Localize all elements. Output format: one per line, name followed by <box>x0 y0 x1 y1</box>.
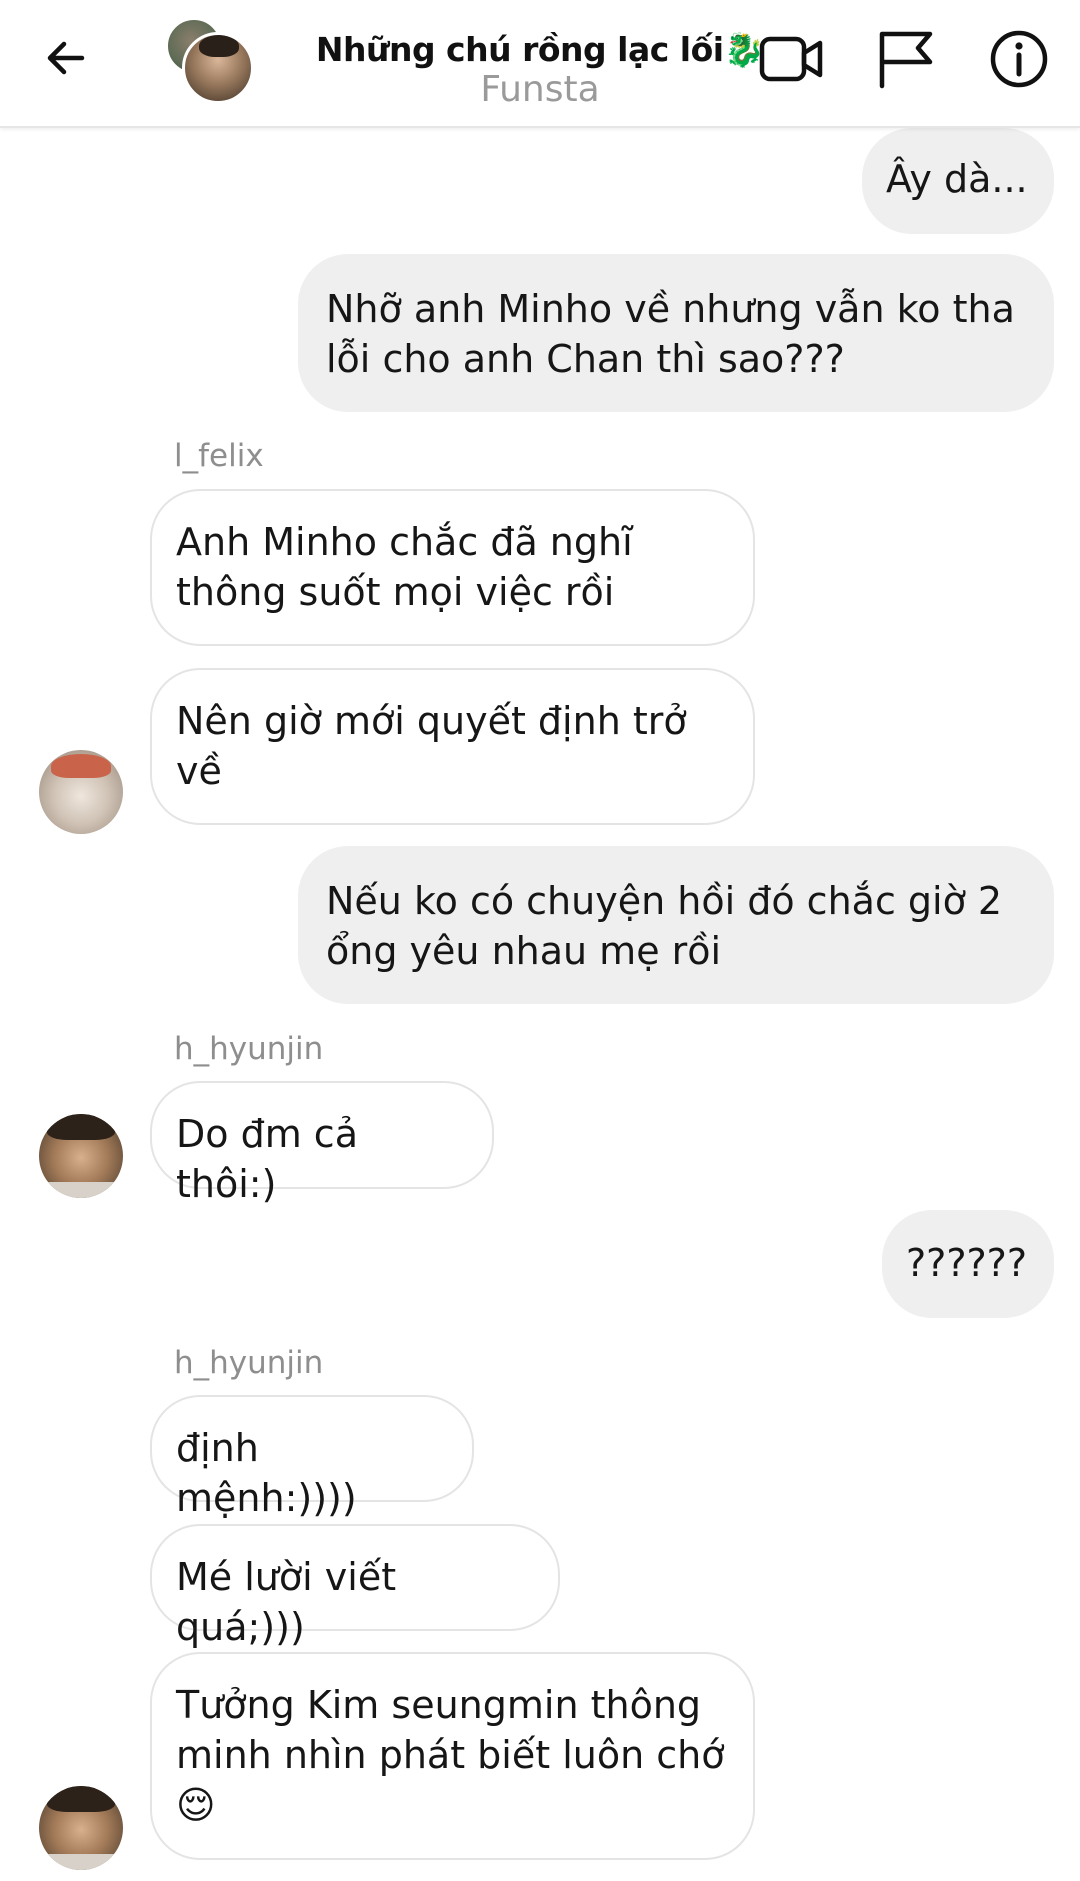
message-bubble-incoming[interactable]: Tưởng Kim seungmin thông minh nhìn phát … <box>150 1652 755 1860</box>
flag-icon <box>879 31 933 89</box>
message-bubble-incoming[interactable]: Anh Minho chắc đã nghĩ thông suốt mọi vi… <box>150 489 755 646</box>
sender-avatar[interactable] <box>39 1114 123 1198</box>
video-camera-icon <box>759 36 823 82</box>
sender-name: h_hyunjin <box>174 1031 324 1067</box>
chat-title: Những chú rồng lạc lối🐉 <box>315 30 765 69</box>
message-bubble-incoming[interactable]: Do đm cả thôi:) <box>150 1081 494 1206</box>
arrow-left-icon <box>47 41 85 75</box>
info-icon <box>990 30 1048 88</box>
chat-header: Những chú rồng lạc lối🐉 Funsta <box>0 0 1080 128</box>
header-title-block[interactable]: Những chú rồng lạc lối🐉 Funsta <box>270 30 810 120</box>
sender-avatar[interactable] <box>39 1786 123 1870</box>
group-avatar-front <box>182 32 254 104</box>
video-call-button[interactable] <box>756 24 826 94</box>
conversation-info-button[interactable] <box>984 24 1054 94</box>
back-button[interactable] <box>36 28 96 88</box>
sender-avatar[interactable] <box>39 750 123 834</box>
sender-name: h_hyunjin <box>174 1345 324 1381</box>
chat-subtitle: Funsta <box>480 68 600 110</box>
group-avatar[interactable] <box>162 16 254 104</box>
report-flag-button[interactable] <box>870 24 940 94</box>
sender-name: l_felix <box>174 438 264 474</box>
message-bubble-incoming[interactable]: Mé lười viết quá;))) <box>150 1524 560 1649</box>
message-bubble-outgoing[interactable]: Nếu ko có chuyện hồi đó chắc giờ 2 ổng y… <box>298 846 1054 1004</box>
message-bubble-outgoing[interactable]: ?????? <box>882 1210 1054 1318</box>
message-bubble-outgoing[interactable]: Nhỡ anh Minho về nhưng vẫn ko tha lỗi ch… <box>298 254 1054 412</box>
message-bubble-incoming[interactable]: Nên giờ mới quyết định trở về <box>150 668 755 825</box>
message-bubble-incoming[interactable]: định mệnh:)))) <box>150 1395 474 1520</box>
message-bubble-outgoing[interactable]: Ây dà... <box>862 128 1054 234</box>
